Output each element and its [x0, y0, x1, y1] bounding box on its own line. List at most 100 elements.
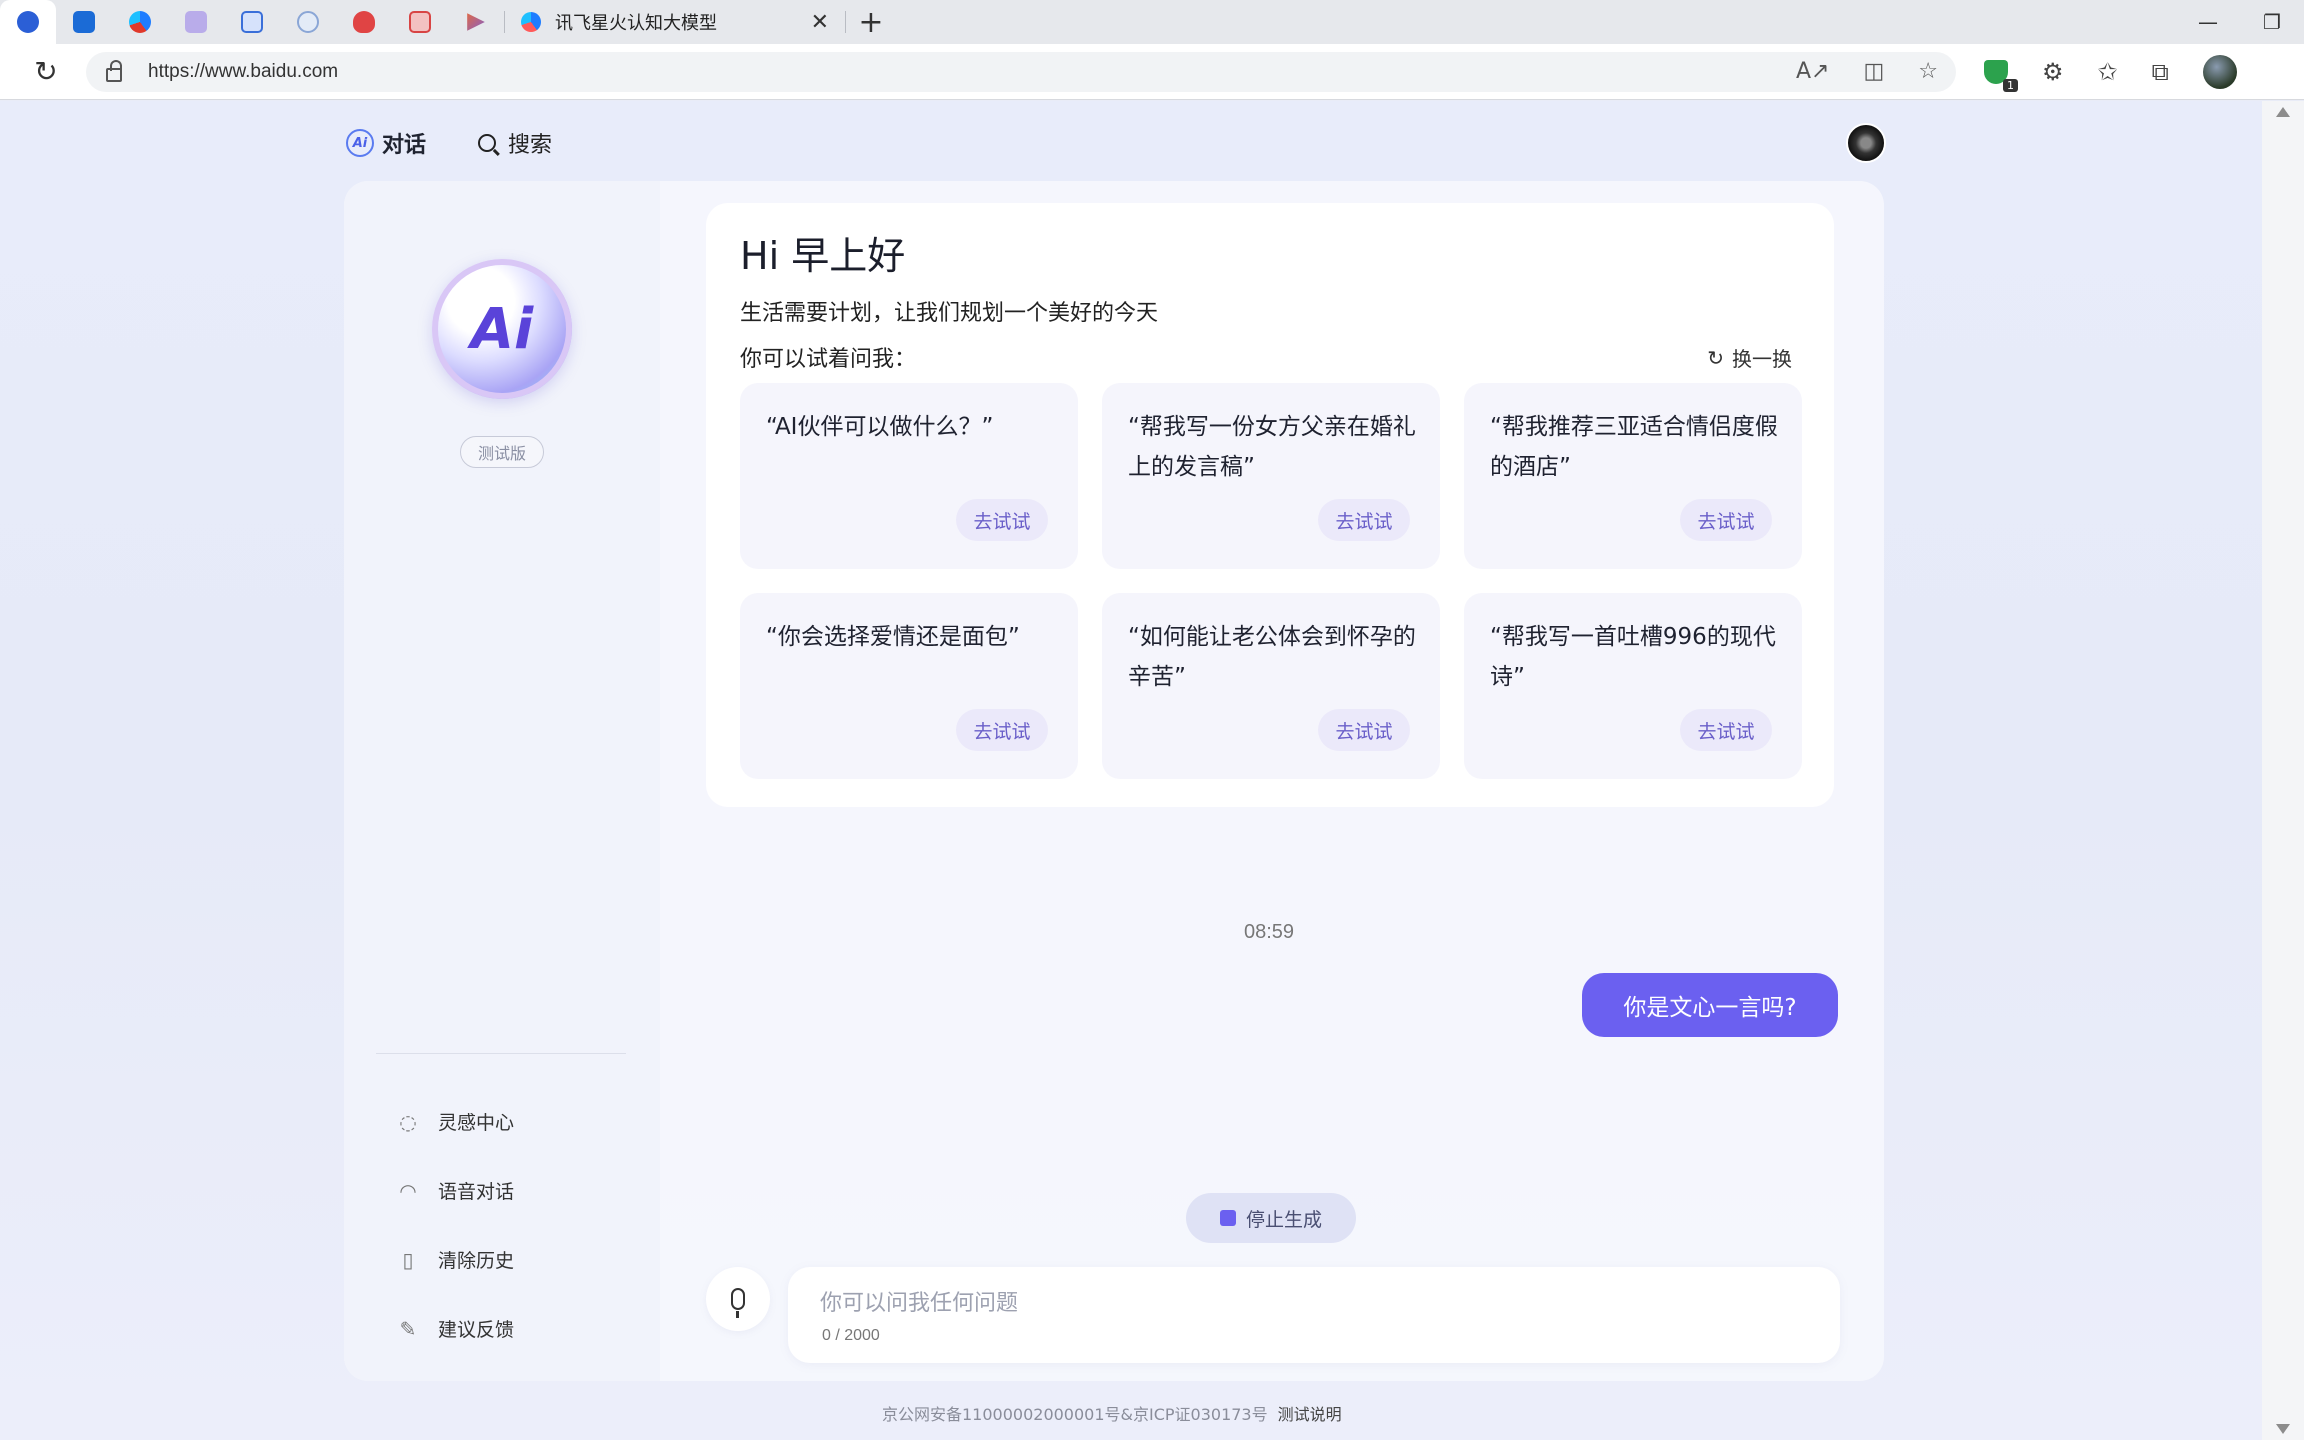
suggestion-cards: “AI伙伴可以做什么？” 去试试 “帮我写一份女方父亲在婚礼上的发言稿” 去试试… — [740, 383, 1802, 779]
pinned-tab-3[interactable] — [112, 0, 168, 44]
char-counter: 0 / 2000 — [822, 1327, 880, 1344]
sidebar-item-label: 语音对话 — [438, 1181, 515, 1203]
suggestion-card[interactable]: “帮我写一首吐槽996的现代诗” 去试试 — [1464, 593, 1802, 779]
main-card: Ai 测试版 ◌ 灵感中心 ◠ 语音对话 ▯ 清除历史 ✎ 建议反馈 Hi 早上… — [344, 181, 1884, 1381]
ai-logo-icon: Ai — [346, 129, 374, 157]
new-tab-button[interactable]: + — [846, 0, 896, 44]
suggestion-question: “你会选择爱情还是面包” — [766, 624, 1020, 650]
try-button[interactable]: 去试试 — [1318, 709, 1410, 751]
try-button[interactable]: 去试试 — [1318, 499, 1410, 541]
voice-input-button[interactable] — [706, 1267, 770, 1331]
suggestion-card[interactable]: “帮我推荐三亚适合情侣度假的酒店” 去试试 — [1464, 383, 1802, 569]
sidebar-item-feedback[interactable]: ✎ 建议反馈 — [396, 1294, 514, 1363]
user-message-bubble: 你是文心一言吗? — [1582, 973, 1838, 1037]
url-field[interactable]: https://www.baidu.com A↗ ◫ ☆ — [86, 51, 1956, 92]
collections-icon[interactable]: ⧉ — [2152, 58, 2169, 86]
suggestion-question: “帮我推荐三亚适合情侣度假的酒店” — [1490, 414, 1778, 480]
spark-icon — [129, 11, 151, 33]
pinned-tab-5[interactable] — [224, 0, 280, 44]
profile-avatar[interactable] — [2202, 54, 2237, 89]
logo-text: Ai — [470, 296, 534, 362]
stop-generating-button[interactable]: 停止生成 — [1186, 1193, 1357, 1243]
page-scrollbar[interactable] — [2262, 101, 2304, 1440]
user-avatar[interactable] — [1846, 123, 1886, 163]
greeting-title: Hi 早上好 — [740, 234, 906, 278]
try-button[interactable]: 去试试 — [956, 709, 1048, 751]
favorites-icon[interactable]: ✩ — [2098, 58, 2118, 86]
robot-icon — [297, 11, 319, 33]
add-favorite-icon[interactable]: ☆ — [1918, 59, 1938, 84]
pinned-tab-4[interactable] — [168, 0, 224, 44]
active-tab[interactable]: 讯飞星火认知大模型 ✕ — [505, 0, 845, 44]
toolbar-extensions: 1 ⚙ ✩ ⧉ — [1984, 54, 2237, 92]
heart-icon — [353, 11, 375, 33]
bulb-icon: ◌ — [399, 1109, 417, 1134]
nav-search-tab[interactable]: 搜索 — [478, 127, 552, 159]
address-bar: ↻ https://www.baidu.com A↗ ◫ ☆ 1 ⚙ ✩ ⧉ — [0, 44, 2304, 100]
headphones-icon: ◠ — [399, 1178, 417, 1203]
page-content: Ai 对话 搜索 Ai 测试版 ◌ 灵感中心 ◠ 语音对话 ▯ 清除历史 ✎ 建… — [0, 101, 2262, 1440]
suggestion-question: “帮我写一份女方父亲在婚礼上的发言稿” — [1128, 414, 1416, 480]
extensions-puzzle-icon[interactable]: ⚙ — [2042, 58, 2064, 86]
triangle-icon — [185, 11, 207, 33]
sidebar-item-label: 建议反馈 — [438, 1319, 515, 1341]
url-actions: A↗ ◫ ☆ — [1796, 59, 1938, 84]
minimize-icon[interactable]: — — [2176, 0, 2240, 44]
top-nav: Ai 对话 搜索 — [346, 127, 552, 159]
page-footer: 京公网安备11000002000001号&京ICP证030173号 测试说明 — [882, 1401, 1342, 1425]
nav-chat-tab[interactable]: Ai 对话 — [346, 127, 426, 159]
sidebar-menu: ◌ 灵感中心 ◠ 语音对话 ▯ 清除历史 ✎ 建议反馈 — [396, 1087, 514, 1363]
refresh-label: 换一换 — [1732, 347, 1792, 371]
close-tab-icon[interactable]: ✕ — [811, 10, 829, 35]
browser-tab-bar: 讯飞星火认知大模型 ✕ + — ❐ — [0, 0, 2304, 44]
news-icon — [409, 11, 431, 33]
pinned-tab-6[interactable] — [280, 0, 336, 44]
baidu-paw-icon — [17, 11, 39, 33]
welcome-panel: Hi 早上好 生活需要计划，让我们规划一个美好的今天 你可以试着问我： ↻ 换一… — [706, 203, 1834, 807]
scroll-up-arrow-icon[interactable] — [2276, 107, 2290, 117]
pinned-tab-baidu[interactable] — [0, 0, 56, 44]
icp-text: 京公网安备11000002000001号&京ICP证030173号 — [882, 1405, 1268, 1424]
greeting-subtitle: 生活需要计划，让我们规划一个美好的今天 — [740, 301, 1159, 326]
beta-badge: 测试版 — [460, 436, 544, 468]
play-icon — [467, 13, 485, 31]
sidebar-item-label: 清除历史 — [438, 1250, 515, 1272]
pinned-tab-7[interactable] — [336, 0, 392, 44]
read-aloud-icon[interactable]: A↗ — [1796, 59, 1829, 84]
suggestion-card[interactable]: “你会选择爱情还是面包” 去试试 — [740, 593, 1078, 779]
sidebar-item-voice[interactable]: ◠ 语音对话 — [396, 1156, 514, 1225]
pinned-tab-9[interactable] — [448, 0, 504, 44]
suggestion-card[interactable]: “帮我写一份女方父亲在婚礼上的发言稿” 去试试 — [1102, 383, 1440, 569]
suggestion-question: “帮我写一首吐槽996的现代诗” — [1490, 624, 1776, 690]
tab-title: 讯飞星火认知大模型 — [555, 13, 717, 34]
try-button[interactable]: 去试试 — [956, 499, 1048, 541]
sidebar-divider — [376, 1053, 626, 1054]
suggestion-card[interactable]: “如何能让老公体会到怀孕的辛苦” 去试试 — [1102, 593, 1440, 779]
reload-icon[interactable]: ↻ — [18, 55, 74, 88]
sidebar-item-inspiration[interactable]: ◌ 灵感中心 — [396, 1087, 514, 1156]
feedback-icon: ✎ — [399, 1316, 417, 1341]
microphone-icon — [731, 1288, 745, 1318]
sidebar: Ai 测试版 ◌ 灵感中心 ◠ 语音对话 ▯ 清除历史 ✎ 建议反馈 — [344, 181, 660, 1381]
split-screen-icon[interactable]: ◫ — [1863, 59, 1884, 84]
maximize-icon[interactable]: ❐ — [2240, 0, 2304, 44]
stop-label: 停止生成 — [1246, 1208, 1323, 1231]
shield-extension-icon[interactable]: 1 — [1984, 59, 2018, 92]
scroll-down-arrow-icon[interactable] — [2276, 1424, 2290, 1434]
nav-search-label: 搜索 — [508, 133, 553, 158]
try-button[interactable]: 去试试 — [1680, 709, 1772, 751]
refresh-suggestions-button[interactable]: ↻ 换一换 — [1707, 343, 1792, 372]
search-icon — [478, 134, 497, 152]
spark-favicon-icon — [521, 12, 541, 32]
test-notes-link[interactable]: 测试说明 — [1278, 1401, 1342, 1425]
chat-input[interactable] — [820, 1285, 1800, 1321]
chat-input-box: 0 / 2000 — [788, 1267, 1840, 1363]
try-button[interactable]: 去试试 — [1680, 499, 1772, 541]
window-controls: — ❐ — [2176, 0, 2304, 44]
suggestion-card[interactable]: “AI伙伴可以做什么？” 去试试 — [740, 383, 1078, 569]
pinned-tab-8[interactable] — [392, 0, 448, 44]
refresh-icon: ↻ — [1707, 345, 1724, 370]
sidebar-item-clear-history[interactable]: ▯ 清除历史 — [396, 1225, 514, 1294]
pinned-tab-2[interactable] — [56, 0, 112, 44]
hexagon-icon — [73, 11, 95, 33]
